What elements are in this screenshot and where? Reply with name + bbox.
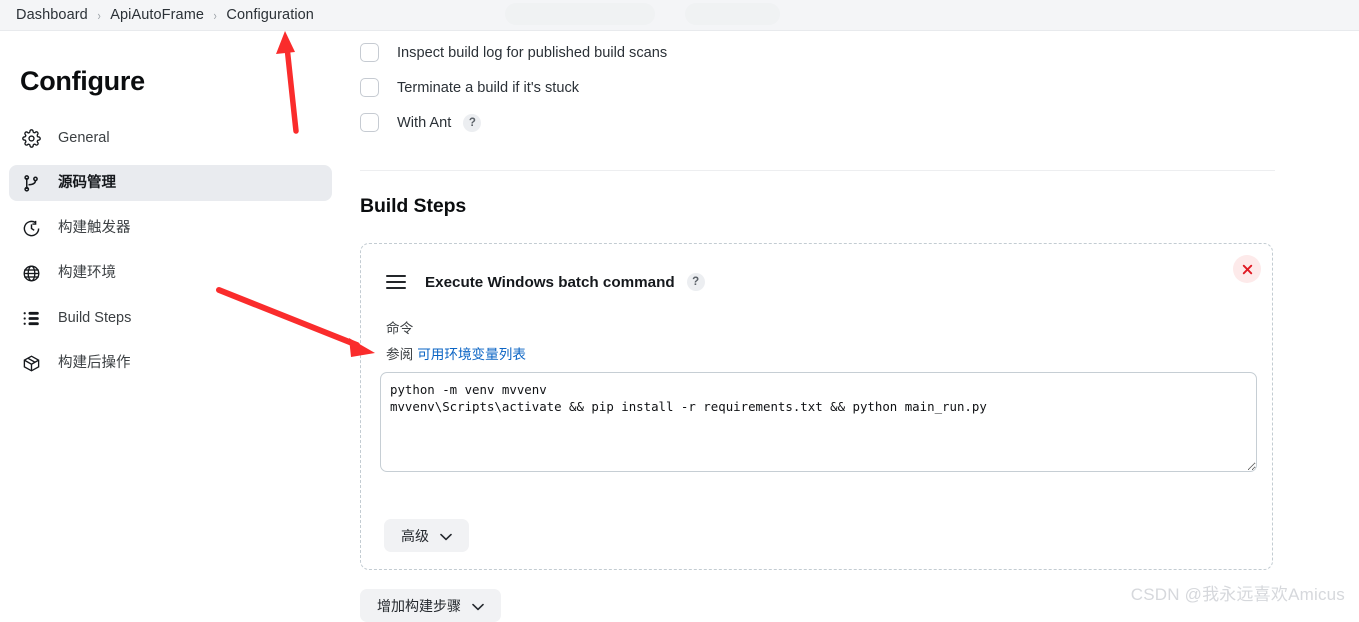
- main-content: Inspect build log for published build sc…: [345, 31, 1359, 622]
- sidebar: Configure General 源码管理 构建触发器 构建环境 Build …: [0, 31, 345, 612]
- section-divider: [360, 170, 1275, 171]
- env-vars-hint: 参阅 可用环境变量列表: [386, 343, 526, 363]
- breadcrumb-separator-icon: ›: [213, 7, 217, 23]
- sidebar-item-label: 构建触发器: [58, 219, 131, 236]
- breadcrumb-separator-icon: ›: [97, 7, 101, 23]
- breadcrumb-item-apiautoframe[interactable]: ApiAutoFrame: [102, 7, 212, 23]
- drag-handle-icon[interactable]: [386, 275, 406, 289]
- sidebar-item-label: 构建环境: [58, 264, 116, 281]
- build-step-title: Execute Windows batch command: [425, 273, 675, 291]
- package-icon: [20, 352, 42, 374]
- sidebar-item-build-steps[interactable]: Build Steps: [9, 300, 332, 336]
- sidebar-item-label: 源码管理: [58, 174, 116, 191]
- build-step-header: Execute Windows batch command ?: [386, 273, 705, 291]
- checkbox-row-inspect-build-log[interactable]: Inspect build log for published build sc…: [360, 43, 667, 62]
- gear-icon: [20, 127, 42, 149]
- chevron-down-icon: [472, 598, 484, 614]
- checkbox-row-with-ant[interactable]: With Ant ?: [360, 113, 482, 132]
- sidebar-item-label: 构建后操作: [58, 354, 131, 371]
- sidebar-item-general[interactable]: General: [9, 120, 332, 156]
- checkbox-label: Terminate a build if it's stuck: [397, 79, 580, 96]
- git-branch-icon: [20, 172, 42, 194]
- sidebar-item-build-environment[interactable]: 构建环境: [9, 255, 332, 291]
- watermark: CSDN @我永远喜欢Amicus: [1130, 585, 1345, 604]
- add-build-step-button[interactable]: 增加构建步骤: [360, 589, 501, 622]
- sidebar-nav-list: General 源码管理 构建触发器 构建环境 Build Steps 构建后操…: [9, 120, 332, 390]
- advanced-button-label: 高级: [401, 527, 429, 544]
- sidebar-item-label: Build Steps: [58, 309, 132, 326]
- env-vars-link[interactable]: 可用环境变量列表: [417, 347, 526, 362]
- list-icon: [20, 307, 42, 329]
- chevron-down-icon: [440, 528, 452, 544]
- help-icon[interactable]: ?: [686, 273, 705, 291]
- build-steps-heading: Build Steps: [360, 195, 467, 217]
- env-vars-hint-prefix: 参阅: [386, 347, 414, 362]
- add-build-step-label: 增加构建步骤: [377, 597, 461, 614]
- breadcrumb-item-dashboard[interactable]: Dashboard: [8, 7, 96, 23]
- command-field-label: 命令: [386, 321, 414, 336]
- close-icon[interactable]: [1233, 255, 1261, 283]
- breadcrumb-item-configuration[interactable]: Configuration: [218, 7, 322, 23]
- checkbox-inspect-build-log[interactable]: [360, 43, 379, 62]
- advanced-button[interactable]: 高级: [384, 519, 469, 552]
- breadcrumb-ghost-pill-2: [685, 3, 780, 25]
- build-step-card: Execute Windows batch command ? 命令 参阅 可用环…: [360, 243, 1273, 570]
- checkbox-terminate-stuck-build[interactable]: [360, 78, 379, 97]
- sidebar-item-label: General: [58, 129, 110, 146]
- command-textarea[interactable]: [380, 372, 1257, 472]
- sidebar-item-build-triggers[interactable]: 构建触发器: [9, 210, 332, 246]
- checkbox-label: Inspect build log for published build sc…: [397, 44, 668, 61]
- sidebar-item-source-code-management[interactable]: 源码管理: [9, 165, 332, 201]
- checkbox-row-terminate-stuck-build[interactable]: Terminate a build if it's stuck: [360, 78, 579, 97]
- clock-icon: [20, 217, 42, 239]
- help-icon[interactable]: ?: [463, 113, 482, 132]
- page-title: Configure: [20, 66, 145, 96]
- globe-icon: [20, 262, 42, 284]
- sidebar-item-post-build-actions[interactable]: 构建后操作: [9, 345, 332, 381]
- breadcrumb: Dashboard › ApiAutoFrame › Configuration: [0, 0, 1359, 31]
- checkbox-with-ant[interactable]: [360, 113, 379, 132]
- breadcrumb-ghost-pill-1: [505, 3, 655, 25]
- checkbox-label: With Ant: [397, 114, 452, 131]
